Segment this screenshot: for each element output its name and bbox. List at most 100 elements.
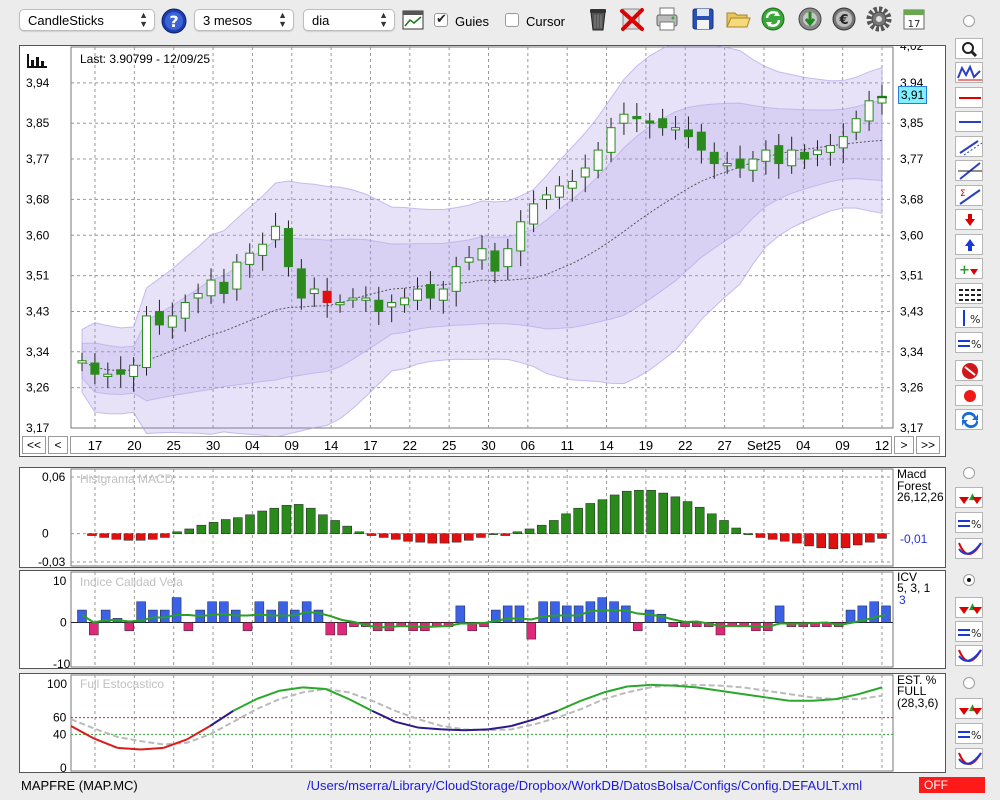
icv-radio[interactable] [963, 574, 975, 586]
stop-icon[interactable] [955, 360, 983, 381]
stoch-title: Full Estocastico [80, 677, 165, 691]
candle-body [129, 364, 139, 377]
chart-compare-icon[interactable] [955, 62, 983, 83]
y-tick-left: 3,77 [26, 152, 50, 166]
macd-bar [719, 520, 729, 534]
trash-icon[interactable] [585, 6, 611, 32]
y-tick-right: 3,77 [900, 152, 924, 166]
icv-bar [337, 622, 347, 636]
cursor-checkbox[interactable] [505, 13, 519, 27]
candle-body [142, 315, 152, 368]
candle-body [387, 301, 397, 308]
refresh-icon[interactable] [760, 6, 786, 32]
macd-percent-icon[interactable]: % [955, 512, 983, 533]
channel-icon[interactable] [955, 136, 983, 157]
macd-cross-icon[interactable] [955, 538, 983, 559]
vertical-percent-icon[interactable]: % [955, 307, 983, 328]
icv-cross-icon[interactable] [955, 645, 983, 666]
x-tick-label: 14 [599, 438, 614, 453]
macd-radio[interactable] [963, 467, 975, 479]
icv-bar [219, 601, 229, 623]
candle-body [271, 225, 281, 241]
add-marks-icon[interactable]: + [955, 258, 983, 279]
icv-percent-icon[interactable]: % [955, 621, 983, 642]
candle-body [490, 250, 500, 272]
arrow-up-icon[interactable] [955, 234, 983, 255]
icv-bar [668, 622, 678, 627]
chart-type-select[interactable]: CandleSticks ▲ ▼ [19, 9, 155, 31]
horizontal-percent-icon[interactable]: % [955, 332, 983, 353]
main-chart-panel[interactable]: 3,94 3,94 3,85 3,85 3,77 3,77 3,68 3,68 3,60 3,60… [19, 45, 946, 457]
x-tick-label: 27 [717, 438, 732, 453]
download-icon[interactable] [797, 6, 823, 32]
horizontal-blue-line-icon[interactable] [955, 111, 983, 132]
macd-bar [816, 533, 826, 549]
macd-bar [464, 533, 474, 541]
currency-icon[interactable]: € [831, 6, 857, 32]
icv-bar [845, 609, 856, 623]
candle-body [283, 228, 293, 268]
main-chart-radio[interactable] [963, 15, 975, 27]
y-tick-right: 3,43 [900, 304, 924, 318]
macd-bar [755, 533, 766, 538]
x-tick-label: 17 [87, 438, 103, 453]
stoch-y-tick: 100 [47, 677, 67, 691]
candle-body [671, 127, 681, 131]
icv-bar [89, 622, 99, 636]
macd-bar [99, 533, 109, 538]
guides-checkbox[interactable] [434, 11, 448, 27]
macd-bar [354, 531, 365, 534]
stoch-percent-icon[interactable]: % [955, 723, 983, 744]
macd-bar [342, 525, 352, 534]
stoch-arrows-icon[interactable]: ▲ [955, 698, 983, 719]
horizontal-red-line-icon[interactable] [955, 87, 983, 108]
trendline-icon[interactable] [955, 160, 983, 181]
macd-bar [877, 533, 887, 539]
zoom-icon[interactable] [955, 38, 983, 59]
delete-icon[interactable] [619, 6, 645, 32]
stoch-radio[interactable] [963, 677, 975, 689]
x-tick-label: 30 [205, 438, 221, 453]
help-icon[interactable]: ? [161, 8, 187, 34]
config-path-link[interactable]: /Users/mserra/Library/CloudStorage/Dropb… [307, 778, 862, 793]
levels-icon[interactable] [955, 283, 983, 304]
icv-arrows-icon[interactable]: ▲ [955, 597, 983, 618]
candle-body [180, 301, 190, 319]
record-icon[interactable] [955, 385, 983, 406]
macd-bar [160, 533, 170, 538]
candle-body [503, 248, 513, 268]
y-tick-right: 3,68 [900, 192, 924, 206]
connection-status[interactable]: OFF [919, 777, 985, 793]
candle-body [748, 158, 758, 171]
macd-bar [451, 533, 462, 543]
calendar-icon[interactable]: 17 [901, 6, 927, 32]
macd-arrows-icon[interactable]: ▲ [955, 487, 983, 508]
macd-bar [366, 533, 377, 536]
macd-bar [403, 533, 413, 542]
period-select[interactable]: 3 mesos ▲ ▼ [194, 9, 294, 31]
icv-bar [644, 609, 655, 623]
arrow-down-icon[interactable] [955, 209, 983, 230]
stoch-cross-icon[interactable] [955, 748, 983, 769]
candle-body [219, 281, 229, 295]
fibonacci-icon[interactable]: Σ [955, 185, 983, 206]
y-tick-left: 3,60 [26, 228, 50, 242]
settings-icon[interactable] [866, 6, 892, 32]
candle-body [683, 129, 693, 138]
x-tick-label: 04 [245, 438, 260, 453]
save-icon[interactable] [690, 6, 716, 32]
macd-bar [293, 504, 304, 534]
open-folder-icon[interactable] [725, 6, 751, 32]
interval-select[interactable]: dia ▲ ▼ [303, 9, 395, 31]
candle-body [774, 145, 784, 165]
interval-value: dia [312, 13, 330, 28]
icv-bar [325, 622, 336, 636]
sync-icon[interactable] [955, 409, 983, 430]
price-chart[interactable]: 3,94 3,943,85 3,853,77 3,773,68 3,683,60 3,60… [20, 46, 945, 456]
indicator-icon[interactable] [402, 10, 424, 30]
macd-bar [597, 499, 608, 534]
x-tick-labels: 17 20 25 30 04 09 14 17 22 25 30 06 11 14 19 22 27 Set25 0… [0, 438, 1000, 453]
stoch-params: (28,3,6) [897, 696, 939, 710]
print-icon[interactable] [654, 6, 680, 32]
y-tick-right: 3,17 [900, 421, 924, 435]
